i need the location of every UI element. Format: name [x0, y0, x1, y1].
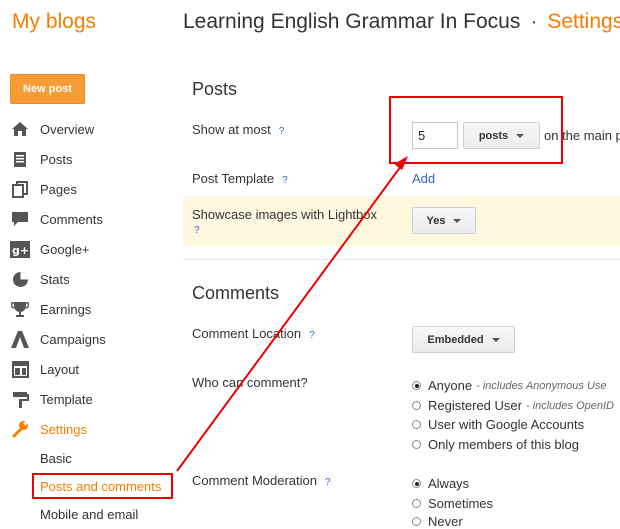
annotation-arrow	[176, 156, 408, 472]
